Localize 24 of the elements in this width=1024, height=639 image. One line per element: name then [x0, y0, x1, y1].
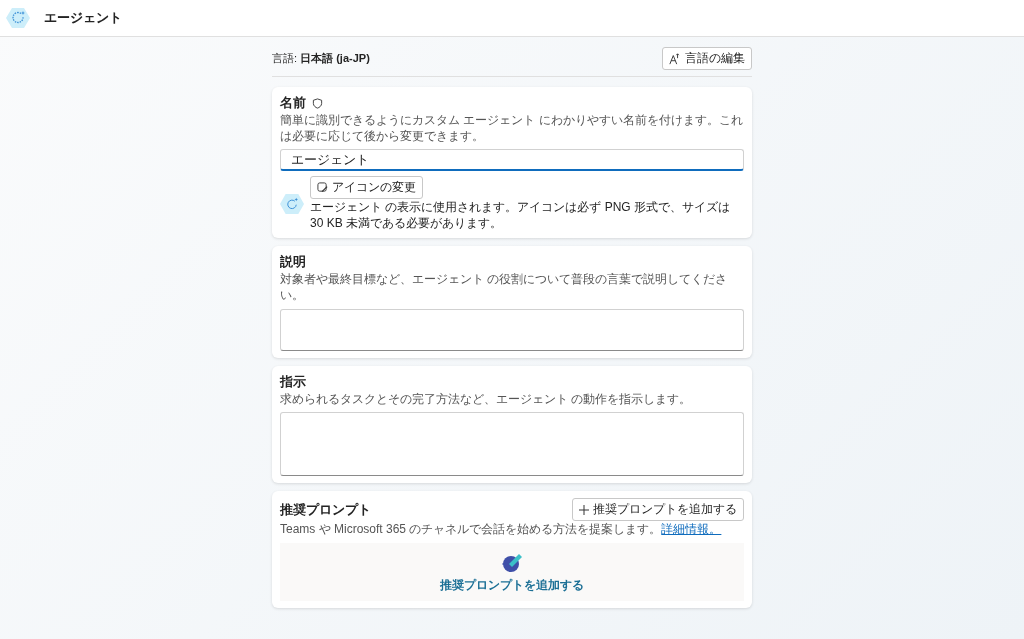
- card-description: 求められるタスクとその完了方法など、エージェント の動作を指示します。: [280, 391, 693, 408]
- card-title: 名前: [280, 94, 306, 112]
- card-description: Teams や Microsoft 365 のチャネルで会話を始める方法を提案します。詳細情報。: [280, 522, 723, 538]
- add-prompt-link[interactable]: 推奨プロンプトを追加する: [440, 576, 584, 594]
- card-description: 対象者や最終目標など、エージェント の役割について普段の言葉で説明してください。: [280, 272, 729, 304]
- add-prompt-button[interactable]: 推奨プロンプトを追加する: [572, 498, 744, 522]
- agent-hexagon-icon: [6, 6, 30, 30]
- card-title: 推奨プロンプト: [280, 500, 371, 519]
- page-title: エージェント: [44, 9, 122, 27]
- learn-more-link[interactable]: 詳細情報。: [661, 522, 722, 537]
- card-description: 簡単に識別できるようにカスタム エージェント にわかりやすい名前を付けます。これは必要に応じて後から変更できます。: [280, 113, 744, 145]
- shield-icon: [312, 97, 323, 109]
- description-field[interactable]: [280, 308, 744, 351]
- instructions-field[interactable]: [280, 412, 744, 477]
- edit-image-icon: [317, 182, 328, 194]
- edit-language-button[interactable]: 言語の編集: [662, 47, 752, 70]
- plus-icon: [579, 504, 589, 515]
- card-title: 指示: [280, 372, 307, 391]
- change-icon-button[interactable]: アイコンの変更: [310, 176, 423, 200]
- language-icon: [669, 52, 681, 65]
- icon-note: エージェント の表示に使用されます。アイコンは必ず PNG 形式で、サイズは 30 KB 未満である必要があります。: [310, 200, 731, 232]
- card-title: 説明: [280, 253, 307, 272]
- language-label: 言語: 日本語 (ja-JP): [272, 51, 370, 66]
- name-field[interactable]: エージェント: [280, 149, 744, 172]
